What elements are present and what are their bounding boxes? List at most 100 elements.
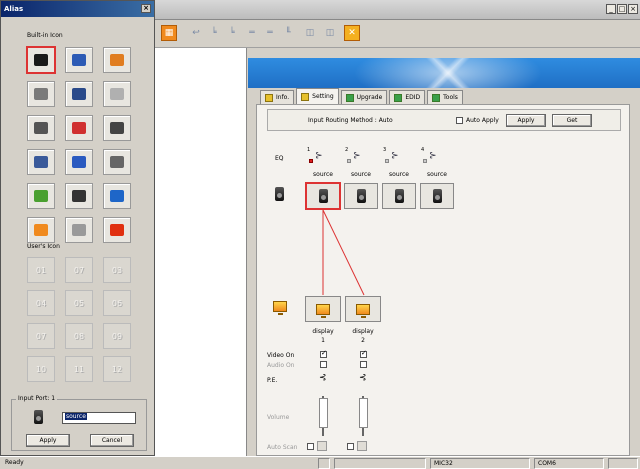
user-icon-slot-3[interactable]: 03 — [103, 257, 131, 283]
volume-slider-2[interactable] — [359, 396, 368, 436]
alias-apply-button[interactable]: Apply — [26, 434, 70, 447]
builtin-icon-16[interactable] — [27, 217, 55, 243]
header-banner — [248, 58, 640, 88]
builtin-icon-15[interactable] — [103, 183, 131, 209]
source-button-1[interactable] — [306, 183, 340, 209]
tab-edid[interactable]: EDID — [389, 90, 426, 104]
tools-icon — [432, 93, 441, 102]
align-toolbar-icon[interactable]: ╘ — [206, 25, 222, 41]
builtin-icon-10[interactable] — [27, 149, 55, 175]
distribute-toolbar-icon[interactable]: ═ — [244, 25, 260, 41]
user-icon-slot-11[interactable]: 11 — [65, 356, 93, 382]
user-icon-slot-5[interactable]: 05 — [65, 290, 93, 316]
monitor-icon — [316, 303, 330, 318]
auto-apply-checkbox[interactable]: Auto Apply — [456, 117, 499, 124]
source-button-4[interactable] — [420, 183, 454, 209]
input-port-label: Input Port: 1 — [16, 395, 58, 402]
edid-icon — [394, 93, 403, 102]
close-icon[interactable]: × — [141, 4, 151, 13]
alias-cancel-button[interactable]: Cancel — [90, 434, 134, 447]
builtin-icon-6[interactable] — [103, 81, 131, 107]
arrow-left-toolbar-icon[interactable]: ↩ — [188, 25, 204, 41]
align-bottom-toolbar-icon[interactable]: ╙ — [280, 25, 296, 41]
user-icon-slot-9[interactable]: 09 — [103, 323, 131, 349]
source-button-2[interactable] — [344, 183, 378, 209]
routing-apply-button[interactable]: Apply — [506, 114, 546, 127]
display-button-1[interactable] — [305, 296, 341, 322]
volume-slider-1[interactable] — [319, 396, 328, 436]
status-extra-cell — [608, 458, 638, 469]
headphones-icon — [72, 122, 86, 134]
connect-toolbar-icon[interactable]: ✕ — [344, 25, 360, 41]
tab-upgrade[interactable]: Upgrade — [340, 90, 388, 104]
eq-control-1[interactable]: 1 ⊱ — [307, 147, 331, 165]
speaker-icon — [432, 189, 442, 203]
minimize-button[interactable]: _ — [606, 4, 616, 14]
disc-icon — [110, 88, 124, 100]
builtin-icon-18[interactable] — [103, 217, 131, 243]
window-toolbar-icon[interactable]: ◫ — [302, 25, 318, 41]
builtin-icon-1[interactable] — [27, 47, 55, 73]
builtin-icon-17[interactable] — [65, 217, 93, 243]
video-on-checkbox-1[interactable] — [320, 349, 327, 358]
builtin-icon-14[interactable] — [65, 183, 93, 209]
eq-led-indicator — [347, 159, 351, 163]
tab-setting[interactable]: Setting — [296, 88, 339, 104]
window-split-toolbar-icon[interactable]: ◫ — [322, 25, 338, 41]
builtin-icon-8[interactable] — [65, 115, 93, 141]
builtin-icon-4[interactable] — [27, 81, 55, 107]
builtin-icon-11[interactable] — [65, 149, 93, 175]
pe-knob-icon-2[interactable]: ⊰ — [359, 373, 367, 383]
builtin-icon-13[interactable] — [27, 183, 55, 209]
routing-get-button[interactable]: Get — [552, 114, 592, 127]
auto-scan-field-2[interactable] — [357, 441, 367, 451]
user-icon-slot-8[interactable]: 08 — [65, 323, 93, 349]
user-icon-slot-1[interactable]: 01 — [27, 257, 55, 283]
eq-control-4[interactable]: 4 ⊱ — [421, 147, 445, 165]
auto-scan-field-1[interactable] — [317, 441, 327, 451]
upgrade-icon — [345, 93, 354, 102]
user-icon-label: User's Icon — [27, 243, 60, 250]
grid-toolbar-icon[interactable]: ▦ — [161, 25, 177, 41]
builtin-icon-5[interactable] — [65, 81, 93, 107]
user-icon-slot-2[interactable]: 07 — [65, 257, 93, 283]
align-right-toolbar-icon[interactable]: ╘ — [224, 25, 240, 41]
builtin-icon-9[interactable] — [103, 115, 131, 141]
source-label-4: source — [427, 171, 447, 178]
video-on-checkbox-2[interactable] — [360, 349, 367, 358]
eq-control-2[interactable]: 2 ⊱ — [345, 147, 369, 165]
builtin-icon-7[interactable] — [27, 115, 55, 141]
auto-apply-checkbox-box[interactable] — [456, 117, 463, 124]
user-icon-slot-10[interactable]: 10 — [27, 356, 55, 382]
pe-knob-icon-1[interactable]: ⊰ — [319, 373, 327, 383]
user-icon-slot-7[interactable]: 07 — [27, 323, 55, 349]
auto-scan-checkbox-2[interactable] — [347, 443, 354, 450]
setting-icon — [301, 92, 310, 101]
auto-scan-label: Auto Scan — [267, 444, 298, 451]
audio-on-checkbox-2[interactable] — [360, 361, 367, 368]
output-monitor-icon — [273, 301, 287, 315]
close-window-button[interactable]: × — [628, 4, 638, 14]
tab-info[interactable]: Info. — [260, 90, 295, 104]
status-mic: MIC32 — [430, 458, 530, 469]
alias-name-input[interactable]: source — [62, 412, 136, 424]
user-icon-slot-12[interactable]: 12 — [103, 356, 131, 382]
user-icon-slot-6[interactable]: 06 — [103, 290, 131, 316]
tab-tools[interactable]: Tools — [427, 90, 463, 104]
source-button-3[interactable] — [382, 183, 416, 209]
laptop-icon — [72, 54, 86, 66]
builtin-icon-12[interactable] — [103, 149, 131, 175]
server-icon — [110, 54, 124, 66]
eq-knob-icon: ⊱ — [429, 151, 437, 161]
user-icon-slot-4[interactable]: 04 — [27, 290, 55, 316]
status-blank-cell — [334, 458, 426, 469]
display-button-2[interactable] — [345, 296, 381, 322]
audio-on-checkbox-1[interactable] — [320, 361, 327, 368]
eq-control-3[interactable]: 3 ⊱ — [383, 147, 407, 165]
alias-title: Alias — [4, 5, 24, 13]
builtin-icon-2[interactable] — [65, 47, 93, 73]
auto-scan-checkbox-1[interactable] — [307, 443, 314, 450]
distribute-vertical-toolbar-icon[interactable]: ═ — [262, 25, 278, 41]
maximize-button[interactable]: □ — [617, 4, 627, 14]
builtin-icon-3[interactable] — [103, 47, 131, 73]
